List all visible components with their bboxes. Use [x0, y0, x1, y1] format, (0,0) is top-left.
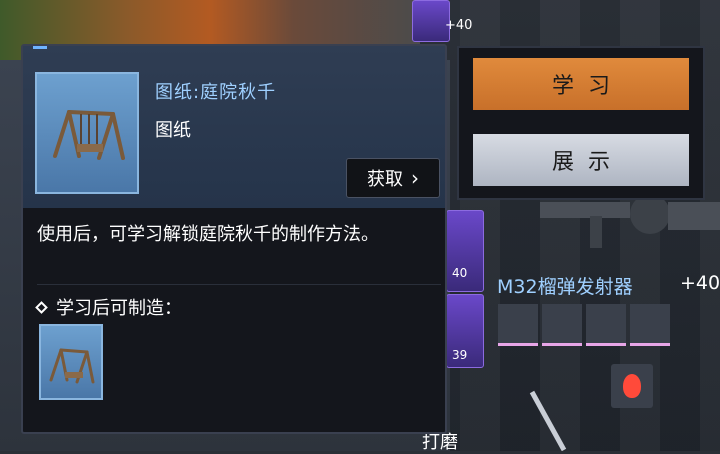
item-level-text: 39 [452, 348, 468, 362]
item-level-text: 40 [452, 266, 468, 280]
diamond-icon [35, 300, 48, 314]
fire-button[interactable] [611, 364, 653, 408]
item-tooltip: 图纸:庭院秋千 图纸 获取 › 使用后，可学习解锁庭院秋千的制作方法。 学习后可… [21, 44, 447, 434]
attachment-slot[interactable] [630, 304, 670, 346]
item-title: 图纸:庭院秋千 [155, 82, 277, 103]
get-button-label: 获取 [367, 169, 403, 190]
chevron-right-icon: › [411, 166, 419, 190]
learn-button[interactable]: 学习 [473, 58, 689, 110]
item-level-text: +40 [445, 18, 473, 33]
flame-icon [623, 374, 641, 398]
get-button[interactable]: 获取 › [346, 158, 440, 198]
swing-icon [49, 348, 95, 384]
craftable-section-header: 学习后可制造： [33, 294, 182, 320]
display-button[interactable]: 展示 [473, 134, 689, 186]
attachment-slot[interactable] [542, 304, 582, 346]
header-accent [33, 46, 47, 49]
weapon-name: M32榴弹发射器 [497, 276, 633, 298]
attachment-slot[interactable] [586, 304, 626, 346]
sword-icon [529, 390, 567, 451]
swing-icon [53, 110, 125, 160]
divider [37, 284, 441, 285]
item-description: 使用后，可学习解锁庭院秋千的制作方法。 [37, 224, 379, 245]
weapon-level: +40 [680, 272, 720, 294]
craftable-section-label: 学习后可制造： [56, 298, 182, 319]
attachment-slot[interactable] [498, 304, 538, 346]
item-type: 图纸 [155, 120, 191, 141]
